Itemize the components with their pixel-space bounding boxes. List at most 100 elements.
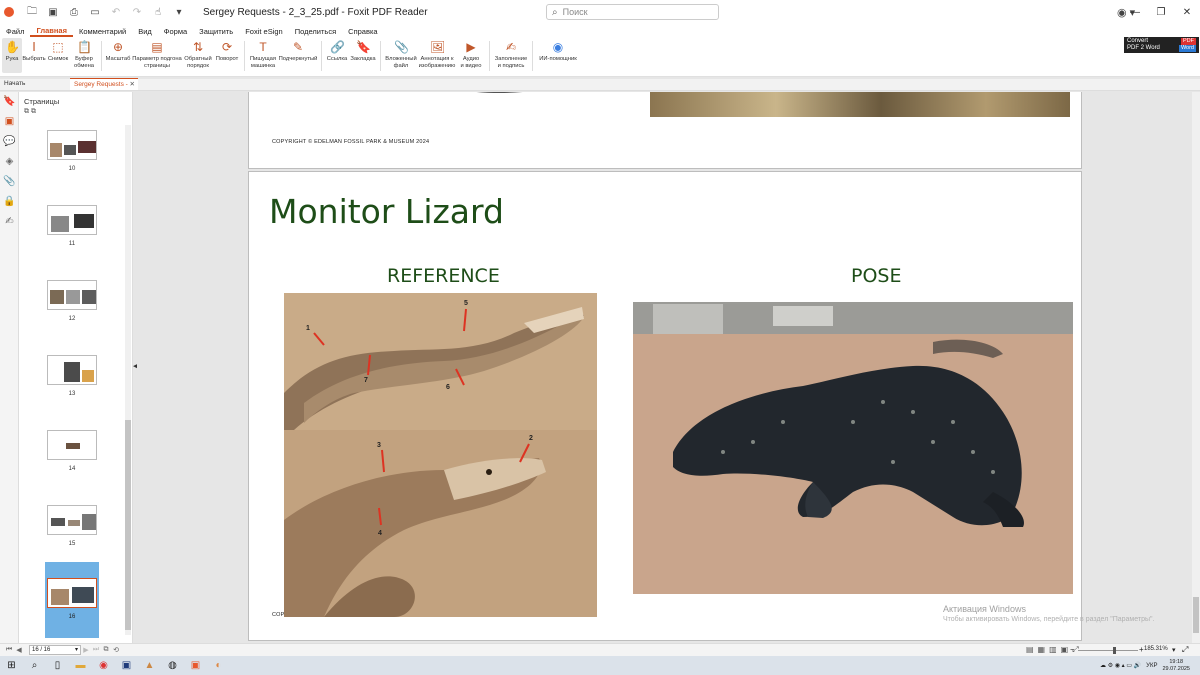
start-icon[interactable]: ⊞ — [0, 656, 23, 675]
chevron-down-icon: ▾ — [74, 647, 78, 653]
image-annotation-button[interactable]: 🖼 Аннотация к изображению — [418, 38, 456, 73]
quick-access-toolbar: 🗀 ▣ ⎙ ▭ ↶ ↷ ☝ ▾ — [26, 6, 185, 18]
typewriter-button[interactable]: T Пишущая машинка — [248, 38, 278, 73]
app-icon[interactable]: ▲ — [138, 656, 161, 675]
hand-tool-button[interactable]: ✋ Рука — [2, 38, 22, 73]
audio-video-button[interactable]: ▶ Аудио и видео — [456, 38, 486, 73]
page-view-icon[interactable]: ⧉ — [101, 646, 111, 654]
undo-icon[interactable]: ↶ — [110, 6, 122, 18]
fullscreen-icon[interactable]: ⤢ — [1182, 645, 1188, 655]
zoom-slider-knob[interactable] — [1113, 647, 1116, 654]
thumbnail-page-12[interactable]: 12 — [45, 280, 99, 322]
zoom-level[interactable]: 185.31% — [1144, 646, 1168, 652]
reverse-order-button[interactable]: ⇅ Обратный порядок — [183, 38, 213, 73]
select-tool-button[interactable]: Ⅰ Выбрать — [22, 38, 46, 73]
bookmarks-panel-icon[interactable]: 🔖 — [0, 92, 19, 112]
file-explorer-icon[interactable]: ▬ — [69, 656, 92, 675]
thumbnail-page-15[interactable]: 15 — [45, 505, 99, 547]
restore-button[interactable]: ❐ — [1148, 7, 1174, 18]
zoom-button[interactable]: ⊕ Масштаб — [105, 38, 131, 73]
page-insert-icon[interactable]: ⧉ — [31, 108, 36, 115]
chatgpt-icon[interactable]: ◍ — [161, 656, 184, 675]
thumbnail-page-11[interactable]: 11 — [45, 205, 99, 247]
menu-view[interactable]: Вид — [132, 27, 158, 36]
task-view-icon[interactable]: ▯ — [46, 656, 69, 675]
ribbon-separator — [532, 41, 533, 71]
document-scrollbar[interactable] — [1192, 92, 1200, 643]
slide-title: Monitor Lizard — [269, 192, 504, 231]
close-window-button[interactable]: ✕ — [1174, 7, 1200, 18]
customize-dropdown-icon[interactable]: ▾ — [173, 6, 185, 18]
zoom-out-icon[interactable]: − — [1070, 645, 1075, 654]
zoom-dropdown-icon[interactable]: ▾ — [1172, 646, 1176, 654]
attachments-panel-icon[interactable]: 📎 — [0, 172, 19, 192]
menu-home[interactable]: Главная — [30, 26, 73, 37]
security-panel-icon[interactable]: 🔒 — [0, 192, 19, 212]
thumbnail-page-10[interactable]: 10 — [45, 130, 99, 172]
rotate-button[interactable]: ⟳ Поворот — [213, 38, 241, 73]
save-icon[interactable]: ▣ — [47, 6, 59, 18]
page-options-icon[interactable]: ⧉ — [24, 108, 29, 115]
last-page-icon[interactable]: ⏭ — [91, 646, 101, 654]
chrome-icon[interactable]: ◉ — [92, 656, 115, 675]
hand-mode-icon[interactable]: ☝ — [152, 6, 164, 18]
document-scrollbar-thumb[interactable] — [1193, 597, 1199, 633]
thumbnail-number: 16 — [68, 614, 76, 620]
clipboard-button[interactable]: 📋 Буфер обмена — [70, 38, 98, 73]
thumbnail-page-13[interactable]: 13 — [45, 355, 99, 397]
search-input[interactable]: ⌕ Поиск — [546, 4, 719, 20]
ai-assistant-button[interactable]: ◉ ИИ-помощник — [536, 38, 580, 73]
convert-pdf-to-word-banner[interactable]: Convert PDF 2 Word PDF Word — [1124, 37, 1199, 53]
menu-help[interactable]: Справка — [342, 27, 383, 36]
foxit-taskbar-icon[interactable]: ▣ — [184, 656, 207, 675]
zoom-in-icon[interactable]: + — [1139, 645, 1144, 654]
comments-panel-icon[interactable]: 💬 — [0, 132, 19, 152]
snapshot-button[interactable]: ⬚ Снимок — [46, 38, 70, 73]
pages-panel-icon[interactable]: ▣ — [0, 112, 19, 132]
menu-share[interactable]: Поделиться — [289, 27, 342, 36]
tab-start[interactable]: Начать — [0, 78, 70, 90]
zoom-slider[interactable] — [1078, 647, 1138, 654]
thumbnail-number: 10 — [68, 166, 76, 172]
photoshop-icon[interactable]: ▣ — [115, 656, 138, 675]
link-button[interactable]: 🔗 Ссылка — [325, 38, 349, 73]
menu-comment[interactable]: Комментарий — [73, 27, 132, 36]
page-rotate-icon[interactable]: ⟲ — [111, 646, 121, 654]
search-taskbar-icon[interactable]: ⌕ — [23, 656, 46, 675]
new-doc-icon[interactable]: ▭ — [89, 6, 101, 18]
layers-panel-icon[interactable]: ◈ — [0, 152, 19, 172]
language-indicator[interactable]: УКР — [1146, 663, 1157, 669]
foxit-logo-icon — [4, 7, 14, 17]
document-view[interactable]: COPYRIGHT © EDELMAN FOSSIL PARK & MUSEUM… — [137, 92, 1192, 643]
signature-panel-icon[interactable]: ✍ — [0, 212, 19, 232]
page-number-input[interactable]: 16 / 16 ▾ — [29, 645, 81, 655]
menu-form[interactable]: Форма — [158, 27, 193, 36]
redo-icon[interactable]: ↷ — [131, 6, 143, 18]
tray-icons[interactable]: ☁ ⚙ ◉ ▴ ▭ 🔊 — [1100, 662, 1141, 669]
page-fit-button[interactable]: ▤ Параметр подгона страницы — [131, 38, 183, 73]
attachment-button[interactable]: 📎 Вложенный файл — [384, 38, 418, 73]
thumbnail-page-16[interactable]: 16 — [45, 562, 99, 638]
menu-esign[interactable]: Foxit eSign — [239, 27, 289, 36]
browser-icon[interactable]: ◐ — [207, 656, 230, 675]
clock[interactable]: 19:18 29.07.2025 — [1162, 659, 1190, 673]
minimize-button[interactable]: — — [1122, 7, 1148, 18]
pages-panel-scrollbar[interactable] — [125, 125, 131, 635]
thumbnail-page-14[interactable]: 14 — [45, 430, 99, 472]
system-tray: ☁ ⚙ ◉ ▴ ▭ 🔊 УКР 19:18 29.07.2025 — [1100, 656, 1190, 675]
rotate-icon: ⟳ — [221, 40, 233, 54]
print-icon[interactable]: ⎙ — [68, 6, 80, 18]
menu-protect[interactable]: Защитить — [193, 27, 239, 36]
tab-document[interactable]: Sergey Requests - ... ✕ — [70, 78, 138, 100]
first-page-icon[interactable]: ⏮ — [4, 646, 14, 654]
close-tab-icon[interactable]: ✕ — [130, 79, 135, 91]
highlight-button[interactable]: ✎ Подчеркнутый — [278, 38, 318, 73]
menu-file[interactable]: Файл — [0, 27, 30, 36]
search-placeholder: Поиск — [562, 7, 588, 17]
bookmark-button[interactable]: 🔖 Закладка — [349, 38, 377, 73]
fill-sign-button[interactable]: ✍ Заполнение и подпись — [493, 38, 529, 73]
pages-panel-tools: ⧉ ⧉ — [24, 108, 36, 116]
open-folder-icon[interactable]: 🗀 — [26, 6, 38, 18]
next-page-icon[interactable]: ▶ — [81, 646, 91, 654]
prev-page-icon[interactable]: ◀ — [14, 646, 24, 654]
